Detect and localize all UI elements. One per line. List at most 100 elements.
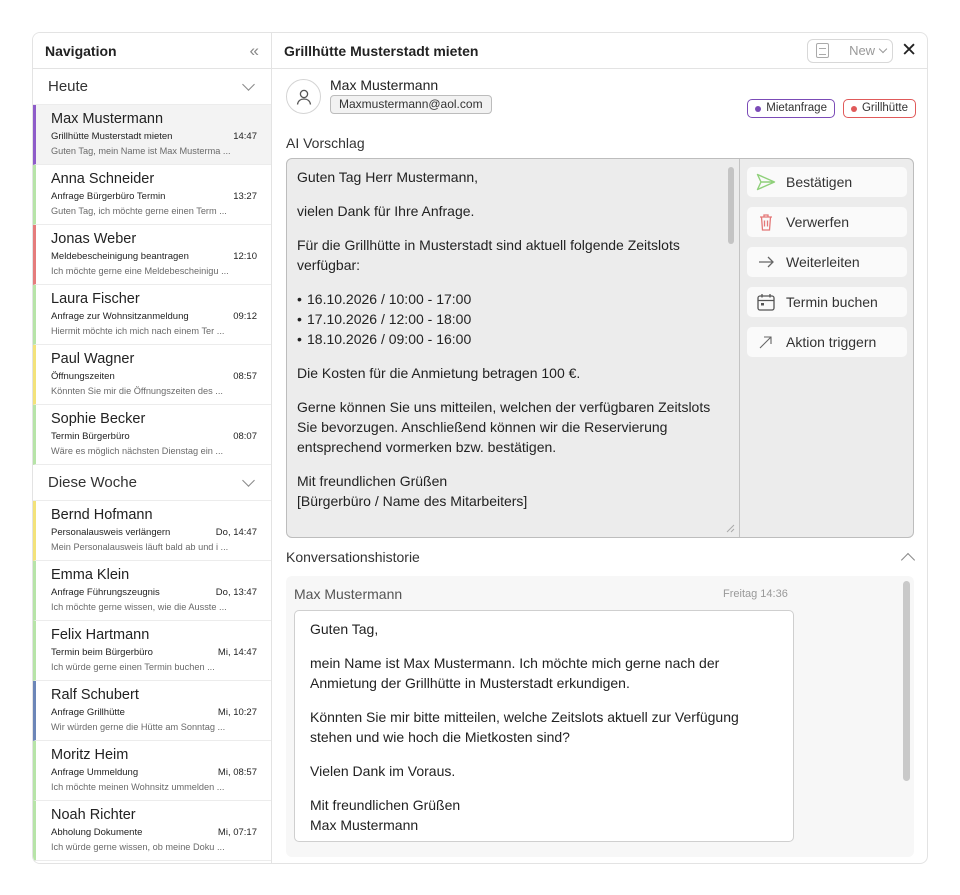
history-header: Konversationshistorie: [286, 549, 916, 568]
conversation-item[interactable]: Ralf Schubert Anfrage Grillhütte Mi, 10:27…: [33, 681, 271, 741]
conversation-item[interactable]: Emma Klein Anfrage Führungszeugnis Do, 13:…: [33, 561, 271, 621]
message-paragraph: Könnten Sie mir bitte mitteilen, welche …: [310, 709, 739, 745]
trigger-action-button[interactable]: Aktion triggern: [747, 327, 907, 357]
contact-name: Paul Wagner: [51, 351, 135, 367]
timestamp: 12:10: [233, 251, 257, 262]
conversation-groups: Heute Max Mustermann Grillhütte Musterstad…: [33, 69, 271, 861]
subject: Anfrage Grillhütte: [51, 707, 125, 718]
header-actions: New ✕: [807, 38, 917, 63]
document-icon: [816, 43, 830, 58]
timestamp: 09:12: [233, 311, 257, 322]
tag-dot: [755, 105, 762, 112]
sender-email[interactable]: Maxmustermann@aol.com: [330, 95, 492, 114]
message-preview: Wäre es möglich nächsten Dienstag ein ..…: [51, 446, 224, 456]
timestamp: 13:27: [233, 191, 257, 202]
conversation-item[interactable]: Jonas Weber Meldebescheinigung beantragen…: [33, 225, 271, 285]
meta-row: Abholung Dokumente Mi, 07:17: [51, 827, 257, 839]
scrollbar-thumb[interactable]: [903, 581, 910, 781]
close-icon[interactable]: ✕: [901, 41, 917, 60]
conversation-item[interactable]: Felix Hartmann Termin beim Bürgerbüro Mi, …: [33, 621, 271, 681]
contact-name: Bernd Hofmann: [51, 507, 153, 523]
conversation-title: Grillhütte Musterstadt mieten: [284, 42, 479, 59]
ai-suggestion-text[interactable]: Guten Tag Herr Mustermann, vielen Dank f…: [287, 159, 740, 537]
conversation-item[interactable]: Bernd Hofmann Personalausweis verlängern D…: [33, 501, 271, 561]
meta-row: Anfrage Grillhütte Mi, 10:27: [51, 707, 257, 719]
tag-grillhuette[interactable]: Grillhütte: [842, 99, 916, 118]
meta-row: Anfrage zur Wohnsitzanmeldung 09:12: [51, 311, 257, 323]
discard-button[interactable]: Verwerfen: [747, 207, 907, 237]
contact-name: Anna Schneider: [51, 171, 155, 187]
chevron-up-icon[interactable]: [900, 552, 916, 568]
message-signature: Max Mustermann: [310, 817, 419, 833]
history-timestamp: Freitag 14:36: [723, 588, 788, 600]
timestamp: Do, 14:47: [215, 527, 257, 538]
conversation-item[interactable]: Laura Fischer Anfrage zur Wohnsitzanmeldu…: [33, 285, 271, 345]
new-dropdown-button[interactable]: New: [807, 38, 894, 63]
contact-name: Laura Fischer: [51, 291, 140, 307]
subject: Meldebescheinigung beantragen: [51, 251, 189, 262]
resize-handle-icon[interactable]: [725, 523, 735, 533]
action-label: Verwerfen: [786, 214, 850, 230]
tag-dot: [850, 105, 857, 112]
subject: Öffnungszeiten: [51, 371, 115, 382]
conversation-item[interactable]: Paul Wagner Öffnungszeiten 08:57 Könnten Si…: [33, 345, 271, 405]
tag-list: Mietanfrage Grillhütte: [747, 99, 916, 118]
tag-label: Mietanfrage: [766, 102, 827, 114]
arrow-up-right-icon: [759, 336, 772, 349]
ai-request: Gerne können Sie uns mitteilen, welchen …: [297, 399, 711, 455]
action-label: Bestätigen: [786, 174, 853, 190]
contact-name: Sophie Becker: [51, 411, 146, 427]
conversation-item[interactable]: Anna Schneider Anfrage Bürgerbüro Termin 1…: [33, 165, 271, 225]
message-paragraph: Guten Tag,: [310, 621, 379, 637]
trash-icon: [760, 214, 772, 231]
contact-name: Moritz Heim: [51, 747, 129, 763]
book-appointment-button[interactable]: Termin buchen: [747, 287, 907, 317]
action-label: Weiterleiten: [786, 254, 860, 270]
conversation-history: Max Mustermann Freitag 14:36 Guten Tag, …: [286, 576, 914, 857]
message-preview: Ich möchte meinen Wohnsitz ummelden ...: [51, 782, 225, 792]
timestamp: Mi, 14:47: [217, 647, 257, 658]
subject: Anfrage Ummeldung: [51, 767, 139, 778]
subject: Personalausweis verlängern: [51, 527, 171, 538]
forward-button[interactable]: Weiterleiten: [747, 247, 907, 277]
ai-intro: Für die Grillhütte in Musterstadt sind a…: [297, 237, 680, 273]
tag-mietanfrage[interactable]: Mietanfrage: [747, 99, 835, 118]
action-label: Aktion triggern: [786, 334, 877, 350]
scrollbar-thumb[interactable]: [728, 167, 734, 244]
meta-row: Anfrage Führungszeugnis Do, 13:47: [51, 587, 257, 599]
timestamp: 14:47: [233, 131, 257, 142]
ai-signature: [Bürgerbüro / Name des Mitarbeiters]: [297, 493, 528, 509]
conversation-item[interactable]: Max Mustermann Grillhütte Musterstadt mie…: [33, 105, 271, 165]
conversation-item[interactable]: Noah Richter Abholung Dokumente Mi, 07:17 I…: [33, 801, 271, 861]
chevron-down-icon: [878, 44, 888, 53]
conversation-item[interactable]: Moritz Heim Anfrage Ummeldung Mi, 08:57 Ich…: [33, 741, 271, 801]
meta-row: Personalausweis verlängern Do, 14:47: [51, 527, 257, 539]
message-preview: Könnten Sie mir die Öffnungszeiten des .…: [51, 386, 223, 396]
group-header[interactable]: Heute: [33, 69, 271, 105]
conversation-item[interactable]: Sophie Becker Termin Bürgerbüro 08:07 Wäre …: [33, 405, 271, 465]
subject: Anfrage Bürgerbüro Termin: [51, 191, 166, 202]
sidebar-title: Navigation: [45, 42, 117, 59]
group-label: Diese Woche: [48, 474, 137, 491]
meta-row: Öffnungszeiten 08:57: [51, 371, 257, 383]
send-icon: [756, 173, 776, 191]
confirm-button[interactable]: Bestätigen: [747, 167, 907, 197]
contact-name: Emma Klein: [51, 567, 130, 583]
message-closing: Mit freundlichen Grüßen: [310, 797, 461, 813]
message-preview: Wir würden gerne die Hütte am Sonntag ..…: [51, 722, 226, 732]
timestamp: 08:57: [233, 371, 257, 382]
message-preview: Guten Tag, mein Name ist Max Musterma ..…: [51, 146, 231, 156]
subject: Grillhütte Musterstadt mieten: [51, 131, 173, 142]
collapse-sidebar-icon[interactable]: «: [250, 42, 259, 59]
meta-row: Termin beim Bürgerbüro Mi, 14:47: [51, 647, 257, 659]
action-label: Termin buchen: [786, 294, 878, 310]
contact-name: Jonas Weber: [51, 231, 137, 247]
contact-name: Max Mustermann: [51, 111, 164, 127]
avatar: [286, 79, 321, 114]
subject: Anfrage zur Wohnsitzanmeldung: [51, 311, 189, 322]
main-panel: Grillhütte Musterstadt mieten New ✕ Max …: [272, 33, 927, 863]
meta-row: Anfrage Ummeldung Mi, 08:57: [51, 767, 257, 779]
group-header[interactable]: Diese Woche: [33, 465, 271, 501]
ai-costs: Die Kosten für die Anmietung betragen 10…: [297, 365, 581, 381]
message-paragraph: mein Name ist Max Mustermann. Ich möchte…: [310, 655, 720, 691]
